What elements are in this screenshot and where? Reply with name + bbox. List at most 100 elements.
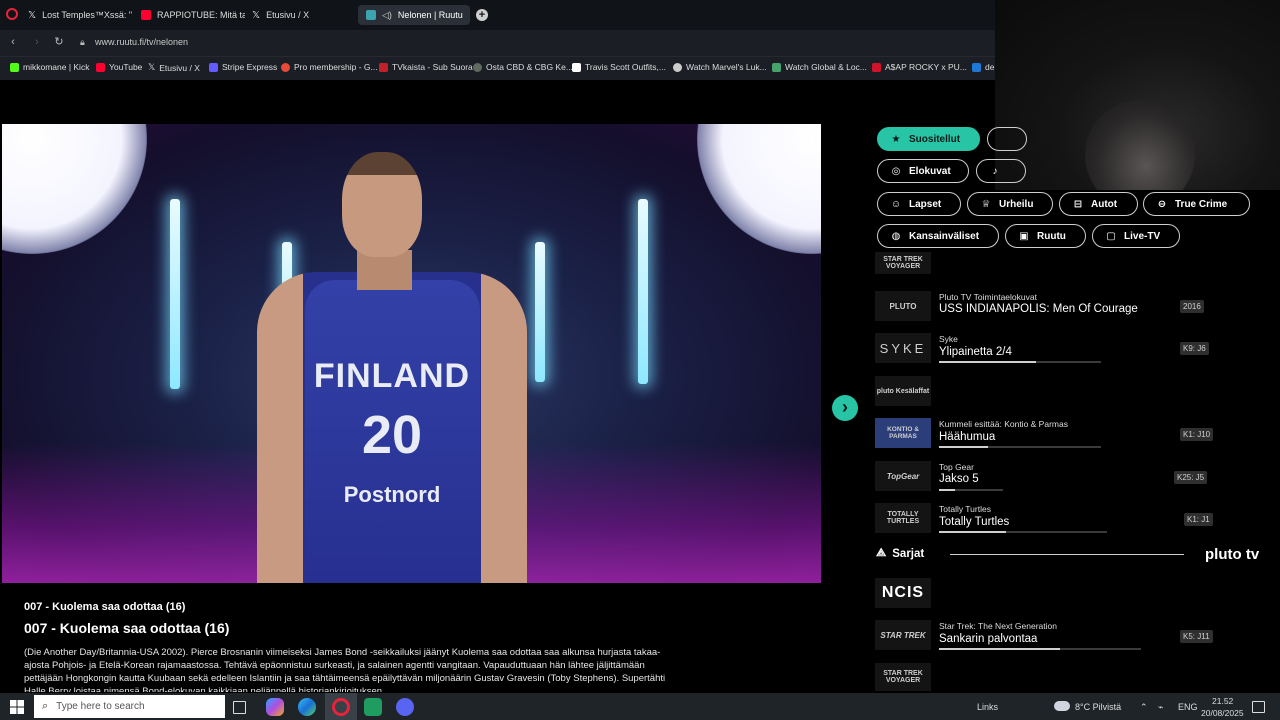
clock-date[interactable]: 20/08/2025	[1201, 708, 1244, 718]
taskbar-search-input[interactable]: ⌕ Type here to search	[34, 695, 225, 718]
category-music[interactable]: ♪	[976, 159, 1026, 183]
tvkaista-icon	[379, 62, 388, 72]
channel-name: Syke	[939, 334, 958, 344]
opera-logo-icon[interactable]	[6, 8, 18, 20]
program-row-title[interactable]: Häähumua	[939, 431, 995, 443]
category-urheilu[interactable]: ♕ Urheilu	[967, 192, 1053, 216]
star-icon: ★	[891, 133, 901, 145]
program-badge: K1: J10	[1180, 428, 1214, 441]
bookmark-item[interactable]: Travis Scott Outfits,...	[572, 62, 666, 72]
bookmark-item[interactable]: Watch Marvel's Luk...	[673, 62, 767, 72]
channel-logo[interactable]: STAR TREK VOYAGER	[875, 663, 931, 691]
task-view-icon[interactable]	[233, 701, 246, 714]
light-tube	[638, 199, 648, 384]
program-row-title[interactable]: Ylipainetta 2/4	[939, 346, 1012, 358]
browser-tab-active[interactable]: ◁) Nelonen | Ruutu	[358, 5, 470, 25]
browser-tab[interactable]: RAPPIOTUBE: Mitä tapaht	[133, 5, 245, 25]
category-kansainvaliset[interactable]: ◍ Kansainväliset	[877, 224, 999, 248]
bookmark-item[interactable]: Osta CBD & CBG Ke...	[473, 62, 573, 72]
bookmark-item[interactable]: mikkomane | Kick	[10, 62, 89, 72]
bookmark-item[interactable]: A$AP ROCKY x PU...	[872, 62, 967, 72]
tab-label: Lost Temples™Xssä: "Sor	[42, 10, 132, 20]
program-badge: K1: J1	[1184, 513, 1213, 526]
channel-logo[interactable]: KONTIO & PARMAS	[875, 418, 931, 448]
browser-tab[interactable]: 𝕏 Etusivu / X	[244, 5, 356, 25]
tab-label: RAPPIOTUBE: Mitä tapaht	[157, 10, 245, 20]
channel-logo[interactable]: SYKE	[875, 333, 931, 363]
program-row-title[interactable]: Jakso 5	[939, 473, 979, 485]
channel-logo[interactable]: TOTALLY TURTLES	[875, 503, 931, 533]
new-tab-button[interactable]: +	[476, 9, 488, 21]
channel-logo[interactable]: pluto Kesälaffat	[875, 376, 931, 406]
travis-icon	[572, 62, 581, 72]
channel-name: Totally Turtles	[939, 504, 991, 514]
channel-name: Top Gear	[939, 462, 974, 472]
jersey-sponsor: Postnord	[343, 482, 441, 507]
category-autot[interactable]: ⊟ Autot	[1059, 192, 1138, 216]
url-field[interactable]: www.ruutu.fi/tv/nelonen	[95, 37, 188, 47]
car-icon: ⊟	[1073, 198, 1083, 210]
progress-fill	[939, 361, 1037, 363]
channel-logo[interactable]: STAR TREK VOYAGER	[875, 252, 931, 274]
video-player[interactable]: FINLAND 20 Postnord	[2, 124, 821, 583]
light-ring-left	[2, 124, 147, 254]
category-true-crime[interactable]: ⊖ True Crime	[1143, 192, 1250, 216]
category-elokuvat[interactable]: ◎ Elokuvat	[877, 159, 969, 183]
category-ruutu[interactable]: ▣ Ruutu	[1005, 224, 1086, 248]
tv-icon	[772, 62, 781, 72]
progress-fill	[939, 531, 1007, 533]
back-arrow-icon[interactable]: ‹	[6, 35, 20, 49]
bookmark-item[interactable]: Stripe Express	[209, 62, 277, 72]
bookmark-item[interactable]: 𝕏 Etusivu / X	[148, 62, 200, 73]
channel-logo[interactable]: TopGear	[875, 461, 931, 491]
opera-icon[interactable]	[332, 698, 350, 716]
category-partial[interactable]	[987, 127, 1027, 151]
music-icon: ♪	[992, 165, 998, 177]
channel-logo[interactable]: PLUTO	[875, 291, 931, 321]
windows-start-icon[interactable]	[10, 700, 24, 714]
channel-name: Pluto TV Toimintaelokuvat	[939, 292, 1037, 302]
program-badge: K9: J6	[1180, 342, 1209, 355]
category-live-tv[interactable]: ▢ Live-TV	[1092, 224, 1180, 248]
notification-icon[interactable]	[1252, 701, 1265, 713]
bookmark-item[interactable]: Watch Global & Loc...	[772, 62, 867, 72]
bookmark-item[interactable]: Pro membership - G...	[281, 62, 378, 72]
app-green-icon[interactable]	[364, 698, 382, 716]
links-toolbar[interactable]: Links	[977, 702, 998, 712]
category-suositellut[interactable]: ★ Suositellut	[877, 127, 980, 151]
program-progress-bar	[939, 648, 1141, 650]
copilot-icon[interactable]	[266, 698, 284, 716]
language-indicator[interactable]: ENG	[1178, 702, 1198, 712]
program-row-title[interactable]: USS INDIANAPOLIS: Men Of Courage	[939, 303, 1138, 315]
edge-icon[interactable]	[298, 698, 316, 716]
bookmark-item[interactable]: de	[972, 62, 994, 72]
discord-icon[interactable]	[396, 698, 414, 716]
network-icon[interactable]: ⌁	[1158, 702, 1163, 713]
channel-logo[interactable]: STAR TREK	[875, 620, 931, 650]
webcam-overlay	[995, 0, 1280, 190]
reload-icon[interactable]: ↻	[52, 35, 66, 49]
chevron-right-icon: ›	[842, 397, 848, 417]
program-title: 007 - Kuolema saa odottaa (16)	[24, 620, 230, 636]
ruutu-icon: ▣	[1019, 230, 1029, 242]
browser-tab[interactable]: 𝕏 Lost Temples™Xssä: "Sor	[20, 5, 132, 25]
tv-icon: ▢	[1106, 230, 1116, 242]
channel-name: Star Trek: The Next Generation	[939, 621, 1057, 631]
bookmark-item[interactable]: YouTube	[96, 62, 142, 72]
bookmark-item[interactable]: TVkaista - Sub Suora	[379, 62, 473, 72]
program-description: (Die Another Day/Britannia-USA 2002). Pi…	[24, 647, 666, 692]
program-progress-bar	[939, 446, 1101, 448]
weather-widget[interactable]: 8°C Pilvistä	[1075, 702, 1121, 712]
program-badge: K5: J11	[1180, 630, 1213, 643]
category-lapset[interactable]: ☺ Lapset	[877, 192, 961, 216]
progress-fill	[939, 446, 988, 448]
program-row-title[interactable]: Totally Turtles	[939, 516, 1009, 528]
program-progress-bar	[939, 489, 1003, 491]
clock-time[interactable]: 21.52	[1212, 696, 1233, 706]
channel-logo[interactable]: NCIS	[875, 578, 931, 608]
program-progress-bar	[939, 531, 1107, 533]
program-row-title[interactable]: Sankarin palvontaa	[939, 633, 1037, 645]
chevron-up-icon[interactable]: ⌃	[1140, 702, 1148, 713]
forward-arrow-icon[interactable]: ›	[30, 35, 44, 49]
next-arrow-button[interactable]: ›	[832, 395, 858, 421]
